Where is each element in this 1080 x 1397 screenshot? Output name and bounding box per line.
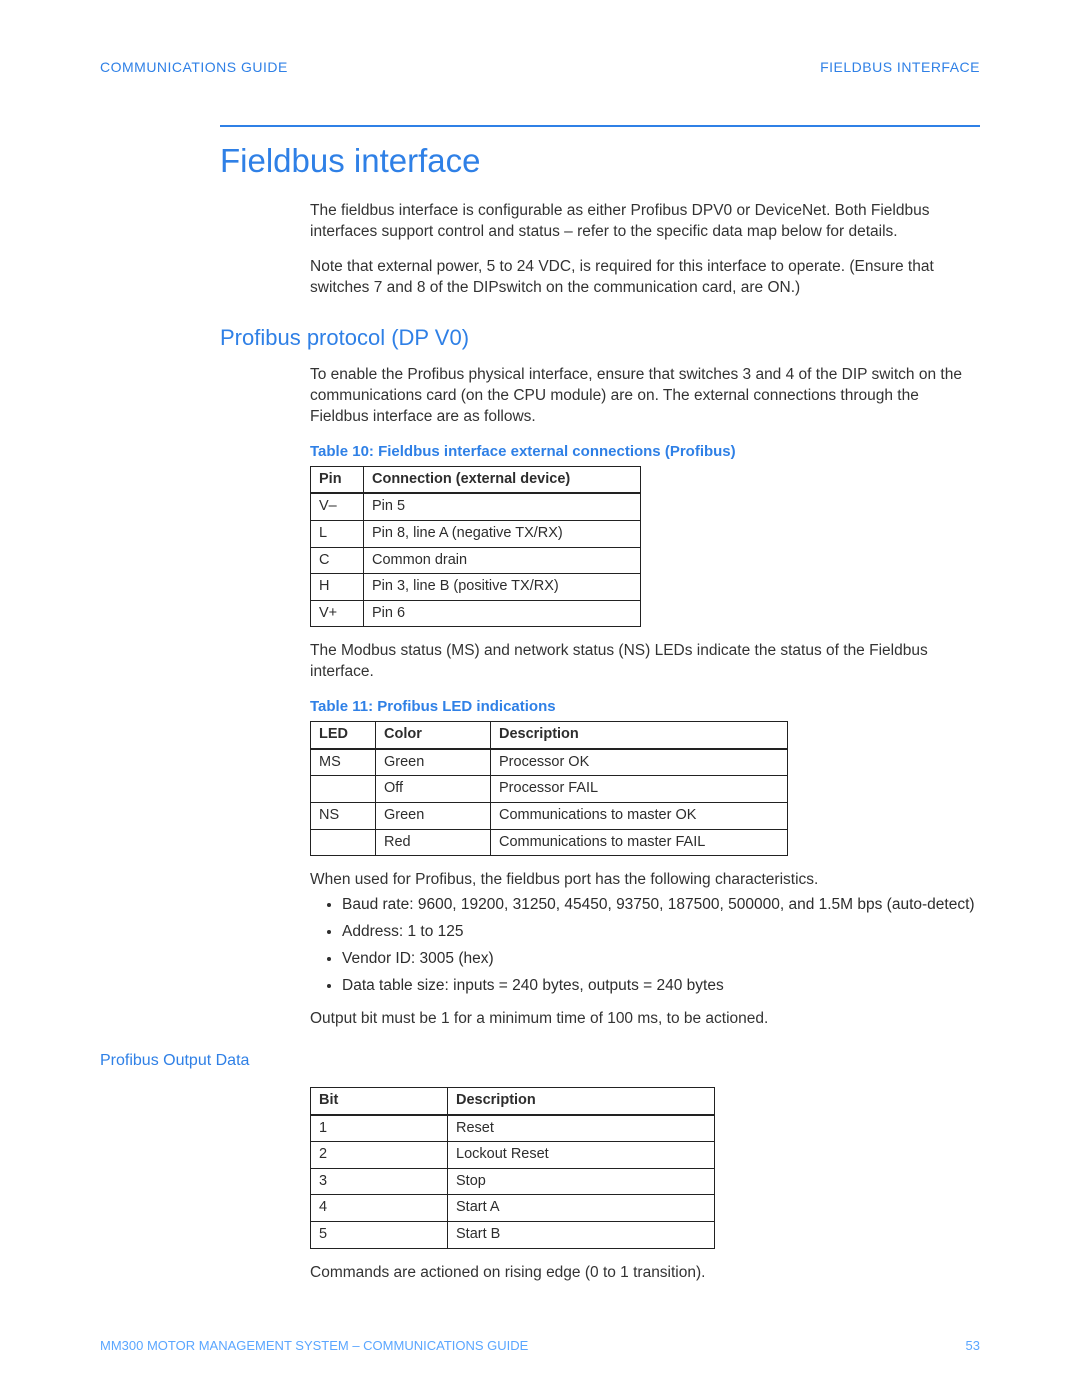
table-row: RedCommunications to master FAIL bbox=[311, 829, 788, 856]
profibus-heading: Profibus protocol (DP V0) bbox=[100, 323, 980, 353]
table-header-cell: Connection (external device) bbox=[364, 466, 641, 493]
table-header-cell: Color bbox=[376, 722, 491, 749]
list-item: Address: 1 to 125 bbox=[342, 922, 980, 943]
section-rule bbox=[220, 125, 980, 127]
table-header-cell: Pin bbox=[311, 466, 364, 493]
table-row: 5Start B bbox=[311, 1222, 715, 1249]
table-header-row: Bit Description bbox=[311, 1088, 715, 1115]
profibus-bullets: Baud rate: 9600, 19200, 31250, 45450, 93… bbox=[310, 895, 980, 997]
table-header-cell: Bit bbox=[311, 1088, 448, 1115]
table-row: MSGreenProcessor OK bbox=[311, 749, 788, 776]
table-row: 4Start A bbox=[311, 1195, 715, 1222]
table-row: V+Pin 6 bbox=[311, 600, 641, 627]
profibus-p1: To enable the Profibus physical interfac… bbox=[310, 365, 980, 428]
table-row: 1Reset bbox=[311, 1115, 715, 1142]
page-footer: MM300 MOTOR MANAGEMENT SYSTEM – COMMUNIC… bbox=[100, 1337, 980, 1355]
table-row: 2Lockout Reset bbox=[311, 1142, 715, 1169]
page-header: COMMUNICATIONS GUIDE FIELDBUS INTERFACE bbox=[100, 58, 980, 77]
page: COMMUNICATIONS GUIDE FIELDBUS INTERFACE … bbox=[0, 0, 1080, 1397]
footer-left: MM300 MOTOR MANAGEMENT SYSTEM – COMMUNIC… bbox=[100, 1337, 528, 1355]
output-data-p1: Commands are actioned on rising edge (0 … bbox=[310, 1263, 980, 1284]
page-title: Fieldbus interface bbox=[100, 139, 980, 184]
header-left: COMMUNICATIONS GUIDE bbox=[100, 58, 288, 77]
output-data-heading: Profibus Output Data bbox=[100, 1050, 980, 1072]
list-item: Data table size: inputs = 240 bytes, out… bbox=[342, 976, 980, 997]
table11: LED Color Description MSGreenProcessor O… bbox=[310, 721, 788, 856]
table-row: LPin 8, line A (negative TX/RX) bbox=[311, 520, 641, 547]
table-header-cell: Description bbox=[491, 722, 788, 749]
profibus-p4: Output bit must be 1 for a minimum time … bbox=[310, 1009, 980, 1030]
output-data-block: Bit Description 1Reset 2Lockout Reset 3S… bbox=[100, 1087, 980, 1283]
table-header-row: LED Color Description bbox=[311, 722, 788, 749]
table-row: NSGreenCommunications to master OK bbox=[311, 802, 788, 829]
table-row: V–Pin 5 bbox=[311, 493, 641, 520]
output-data-table: Bit Description 1Reset 2Lockout Reset 3S… bbox=[310, 1087, 715, 1248]
table-header-row: Pin Connection (external device) bbox=[311, 466, 641, 493]
intro-block: The fieldbus interface is configurable a… bbox=[100, 201, 980, 299]
list-item: Vendor ID: 3005 (hex) bbox=[342, 949, 980, 970]
table-row: CCommon drain bbox=[311, 547, 641, 574]
intro-p2: Note that external power, 5 to 24 VDC, i… bbox=[310, 257, 980, 299]
table-row: 3Stop bbox=[311, 1168, 715, 1195]
profibus-block: To enable the Profibus physical interfac… bbox=[100, 365, 980, 1030]
table-row: HPin 3, line B (positive TX/RX) bbox=[311, 574, 641, 601]
table11-caption: Table 11: Profibus LED indications bbox=[310, 697, 980, 717]
list-item: Baud rate: 9600, 19200, 31250, 45450, 93… bbox=[342, 895, 980, 916]
table-row: OffProcessor FAIL bbox=[311, 776, 788, 803]
table10-caption: Table 10: Fieldbus interface external co… bbox=[310, 442, 980, 462]
profibus-p2: The Modbus status (MS) and network statu… bbox=[310, 641, 980, 683]
footer-page-number: 53 bbox=[966, 1337, 980, 1355]
intro-p1: The fieldbus interface is configurable a… bbox=[310, 201, 980, 243]
table-header-cell: LED bbox=[311, 722, 376, 749]
header-right: FIELDBUS INTERFACE bbox=[820, 58, 980, 77]
profibus-p3: When used for Profibus, the fieldbus por… bbox=[310, 870, 980, 891]
table-header-cell: Description bbox=[448, 1088, 715, 1115]
table10: Pin Connection (external device) V–Pin 5… bbox=[310, 466, 641, 627]
